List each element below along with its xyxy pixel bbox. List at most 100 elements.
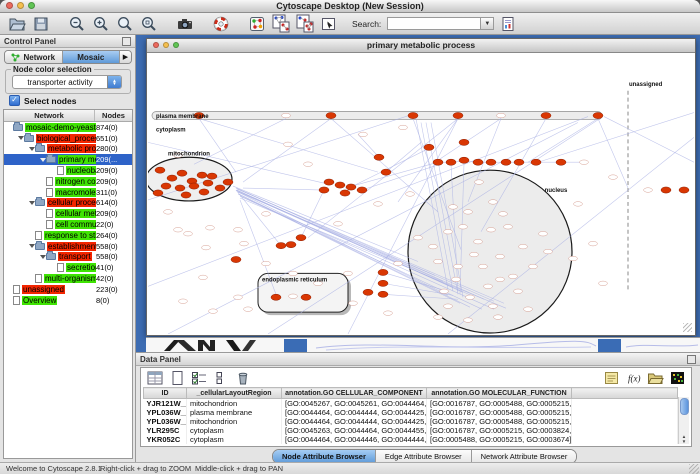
tree-row[interactable]: primary metabo209(... [4,154,132,165]
network-node[interactable] [301,294,311,300]
table-cell[interactable]: [GO:0045267, GO:0045261, GO:0044464, G..… [282,399,427,409]
node-color-dropdown[interactable]: transporter activity ▲▼ [12,75,122,89]
search-config-icon[interactable] [497,14,518,33]
table-cell[interactable]: mitochondrion [187,417,282,426]
network-node[interactable] [346,184,356,190]
select-attributes-icon[interactable] [189,370,208,386]
network-node[interactable] [223,179,233,185]
table-column-header[interactable]: ID [144,388,187,399]
tree-expand-icon[interactable] [39,255,46,259]
table-row[interactable]: YPL036W__2plasma membrane[GO:0044464, GO… [144,408,678,417]
network-node[interactable] [177,170,187,176]
table-cell[interactable]: YKR052C [144,435,187,444]
network-node[interactable] [459,157,469,163]
tree-row[interactable]: response to stimulu264(0) [4,230,132,241]
network-node[interactable] [324,179,334,185]
table-column-header[interactable]: _cellularLayoutRegion [187,388,282,399]
table-cell[interactable]: [GO:0016787, GO:0005488, GO:0005215, G..… [427,417,572,426]
table-cell[interactable]: YPL036W__2 [144,408,187,417]
network-node[interactable] [357,187,367,193]
network-node[interactable] [286,242,296,248]
select-nodes-checkbox[interactable]: ✓ [9,95,20,106]
zoom-out-icon[interactable] [66,14,87,33]
tree-expand-icon[interactable] [28,201,35,205]
tree-expand-icon[interactable] [39,158,46,162]
network-node[interactable] [167,175,177,181]
save-session-icon[interactable] [30,14,51,33]
window-resize-grip[interactable] [683,323,692,332]
snapshot-icon[interactable] [174,14,195,33]
tree-row[interactable]: unassigned223(0) [4,284,132,295]
network-node[interactable] [197,172,207,178]
network-node[interactable] [189,183,199,189]
network-node[interactable] [155,167,165,173]
table-cell[interactable]: [GO:0016787, GO:0005488, GO:0005215, G..… [427,399,572,409]
table-row[interactable]: YKR052Ccytoplasm[GO:0044464, GO:0044446,… [144,435,678,444]
network-node[interactable] [161,183,171,189]
tree-expand-icon[interactable] [28,244,35,248]
tree-row[interactable]: secretion41(0) [4,262,132,273]
network-node[interactable] [486,159,496,165]
search-input[interactable] [387,17,481,30]
table-cell[interactable]: [GO:0016787, GO:0005215, GO:0003824, G..… [427,426,572,435]
tree-expand-icon[interactable] [17,136,24,140]
tree-expand-icon[interactable] [28,147,35,151]
network-node[interactable] [276,243,286,249]
network-node[interactable] [181,192,191,198]
table-row[interactable]: YJR121W__1mitochondrion[GO:0045267, GO:0… [144,399,678,409]
notes-icon[interactable] [602,370,621,386]
import-attributes-icon[interactable] [646,370,665,386]
table-cell[interactable]: mitochondrion [187,399,282,409]
tree-row[interactable]: metabolic process280(0) [4,144,132,155]
tree-row[interactable]: nitrogen compo209(0) [4,176,132,187]
network-node[interactable] [473,159,483,165]
table-column-header[interactable]: annotation.GO CELLULAR_COMPONENT [282,388,427,399]
network-node[interactable] [231,256,241,262]
scrollbar-arrows[interactable]: ▲▼ [679,434,689,444]
network-node[interactable] [541,112,551,118]
annotation-icon[interactable] [318,14,339,33]
table-cell[interactable]: YLR295C [144,426,187,435]
network-canvas[interactable]: plasma membranecytoplasmmitochondrionnuc… [148,53,694,334]
float-panel-icon[interactable] [122,37,131,46]
network-node[interactable] [335,182,345,188]
tree-row[interactable]: establishment of lo558(0) [4,241,132,252]
network-node[interactable] [199,189,209,195]
tree-column-nodes[interactable]: Nodes [95,110,132,121]
layout-network-icon[interactable] [270,14,291,33]
network-node[interactable] [593,112,603,118]
float-panel-icon[interactable] [687,355,696,364]
network-node[interactable] [340,190,350,196]
scrollbar-thumb[interactable] [680,398,689,415]
attribute-table-icon[interactable] [145,370,164,386]
network-node[interactable] [326,112,336,118]
formula-builder-icon[interactable]: f(x) [624,370,643,386]
new-attribute-icon[interactable] [167,370,186,386]
network-node[interactable] [459,139,469,145]
network-node[interactable] [319,187,329,193]
network-node[interactable] [446,159,456,165]
tree-row[interactable]: nucleobase-209(0) [4,165,132,176]
tab-network[interactable]: Network [5,51,63,63]
tree-row[interactable]: cellular process614(0) [4,198,132,209]
table-cell[interactable]: [GO:0016787, GO:0005488, GO:0005215, G..… [427,408,572,417]
table-scrollbar[interactable]: ▲▼ [678,397,689,444]
network-node[interactable] [408,112,418,118]
table-cell[interactable]: [GO:0005488, GO:0005215, GO:0003674] [427,435,572,444]
network-node[interactable] [381,169,391,175]
network-node[interactable] [453,112,463,118]
tree-row[interactable]: transport558(0) [4,252,132,263]
unselect-attributes-icon[interactable] [211,370,230,386]
tree-column-network[interactable]: Network [4,110,95,121]
network-node[interactable] [374,154,384,160]
network-node[interactable] [215,185,225,191]
network-node[interactable] [531,159,541,165]
network-node[interactable] [661,187,671,193]
network-node[interactable] [556,159,566,165]
layout-network-2-icon[interactable] [294,14,315,33]
zoom-selected-icon[interactable] [138,14,159,33]
open-session-icon[interactable] [6,14,27,33]
network-node[interactable] [378,280,388,286]
table-cell[interactable]: cytoplasm [187,426,282,435]
help-icon[interactable] [210,14,231,33]
